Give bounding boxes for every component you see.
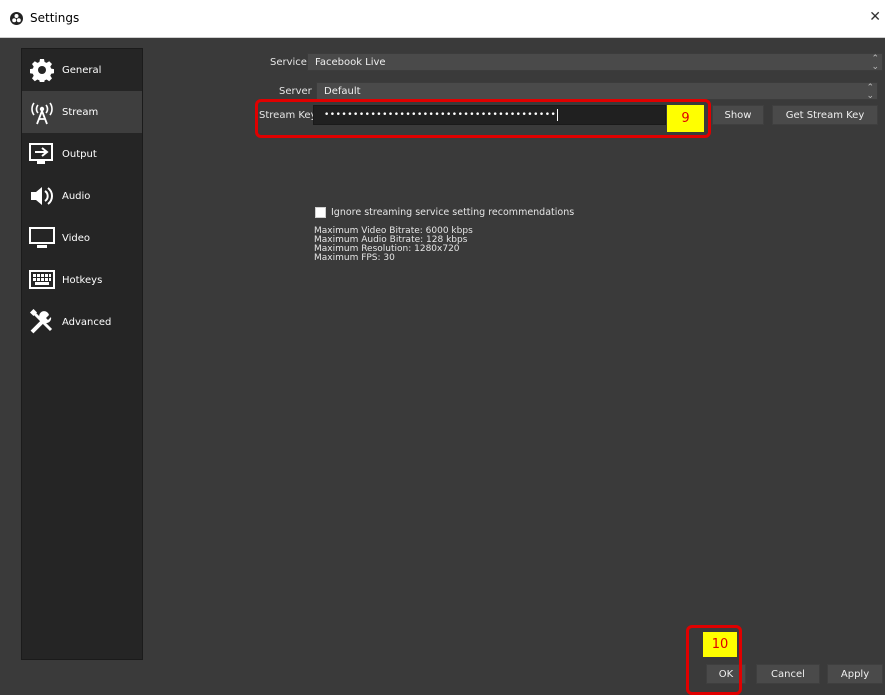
tools-icon <box>28 309 56 335</box>
sidebar-item-label: Output <box>62 148 97 160</box>
annotation-badge-9: 9 <box>667 105 704 132</box>
sidebar-item-label: Video <box>62 232 91 244</box>
sidebar-item-advanced[interactable]: Advanced <box>22 301 142 343</box>
sidebar-item-stream[interactable]: Stream <box>22 91 142 133</box>
sidebar-item-label: General <box>62 64 102 76</box>
sidebar-item-audio[interactable]: Audio <box>22 175 142 217</box>
monitor-icon <box>28 225 56 251</box>
sidebar-item-hotkeys[interactable]: Hotkeys <box>22 259 142 301</box>
annotation-highlight-9 <box>255 99 711 138</box>
recommendation-fps: Maximum FPS: 30 <box>314 253 395 263</box>
annotation-badge-10: 10 <box>703 632 737 657</box>
window-title: Settings <box>30 11 80 25</box>
sidebar-item-video[interactable]: Video <box>22 217 142 259</box>
sidebar-item-label: Advanced <box>62 316 112 328</box>
keyboard-icon <box>28 267 56 293</box>
output-icon <box>28 141 56 167</box>
server-combobox[interactable]: Default ⌃ ⌄ <box>316 82 878 101</box>
settings-sidebar: General Stream Output Audio Video Hotkey… <box>21 48 143 660</box>
get-stream-key-button[interactable]: Get Stream Key <box>772 105 878 125</box>
show-button[interactable]: Show <box>712 105 764 125</box>
ignore-recommendations-label: Ignore streaming service setting recomme… <box>331 207 575 218</box>
antenna-icon <box>28 99 56 125</box>
close-icon[interactable]: ✕ <box>869 9 881 25</box>
sidebar-item-label: Hotkeys <box>62 274 103 286</box>
apply-button[interactable]: Apply <box>827 664 883 684</box>
sidebar-item-general[interactable]: General <box>22 49 142 91</box>
sidebar-item-output[interactable]: Output <box>22 133 142 175</box>
updown-arrows-icon: ⌃ ⌄ <box>866 83 874 101</box>
sidebar-item-label: Stream <box>62 106 99 118</box>
server-label: Server <box>279 86 312 97</box>
cancel-button[interactable]: Cancel <box>756 664 820 684</box>
sidebar-item-label: Audio <box>62 190 91 202</box>
obs-logo-icon <box>10 12 23 28</box>
service-value: Facebook Live <box>315 56 386 68</box>
ignore-recommendations-checkbox[interactable] <box>315 207 326 218</box>
service-label: Service <box>270 57 307 68</box>
server-value: Default <box>324 85 361 97</box>
speaker-icon <box>28 183 56 209</box>
title-bar: Settings ✕ <box>0 0 885 38</box>
updown-arrows-icon: ⌃ ⌄ <box>871 54 879 72</box>
service-combobox[interactable]: Facebook Live ⌃ ⌄ <box>307 53 883 72</box>
gear-icon <box>28 57 56 83</box>
